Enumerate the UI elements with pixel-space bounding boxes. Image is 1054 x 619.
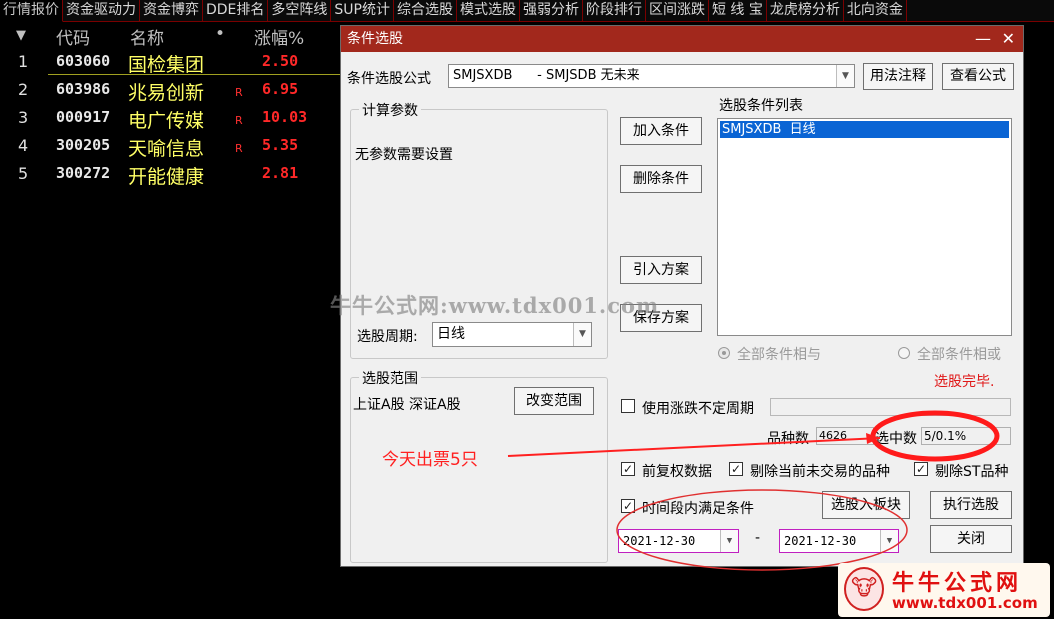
logo-url: www.tdx001.com (892, 594, 1038, 612)
annotation-text: 今天出票5只 (382, 450, 478, 470)
highlight-ellipse (870, 410, 1000, 462)
watermark: 牛牛公式网:www.tdx001.com (330, 293, 660, 318)
site-logo: 🐮 牛牛公式网 www.tdx001.com (838, 563, 1050, 617)
cow-mascot-icon: 🐮 (844, 567, 884, 611)
logo-title: 牛牛公式网 (892, 571, 1023, 596)
date-range-ellipse (616, 489, 908, 571)
annotation-arrow (507, 437, 881, 457)
